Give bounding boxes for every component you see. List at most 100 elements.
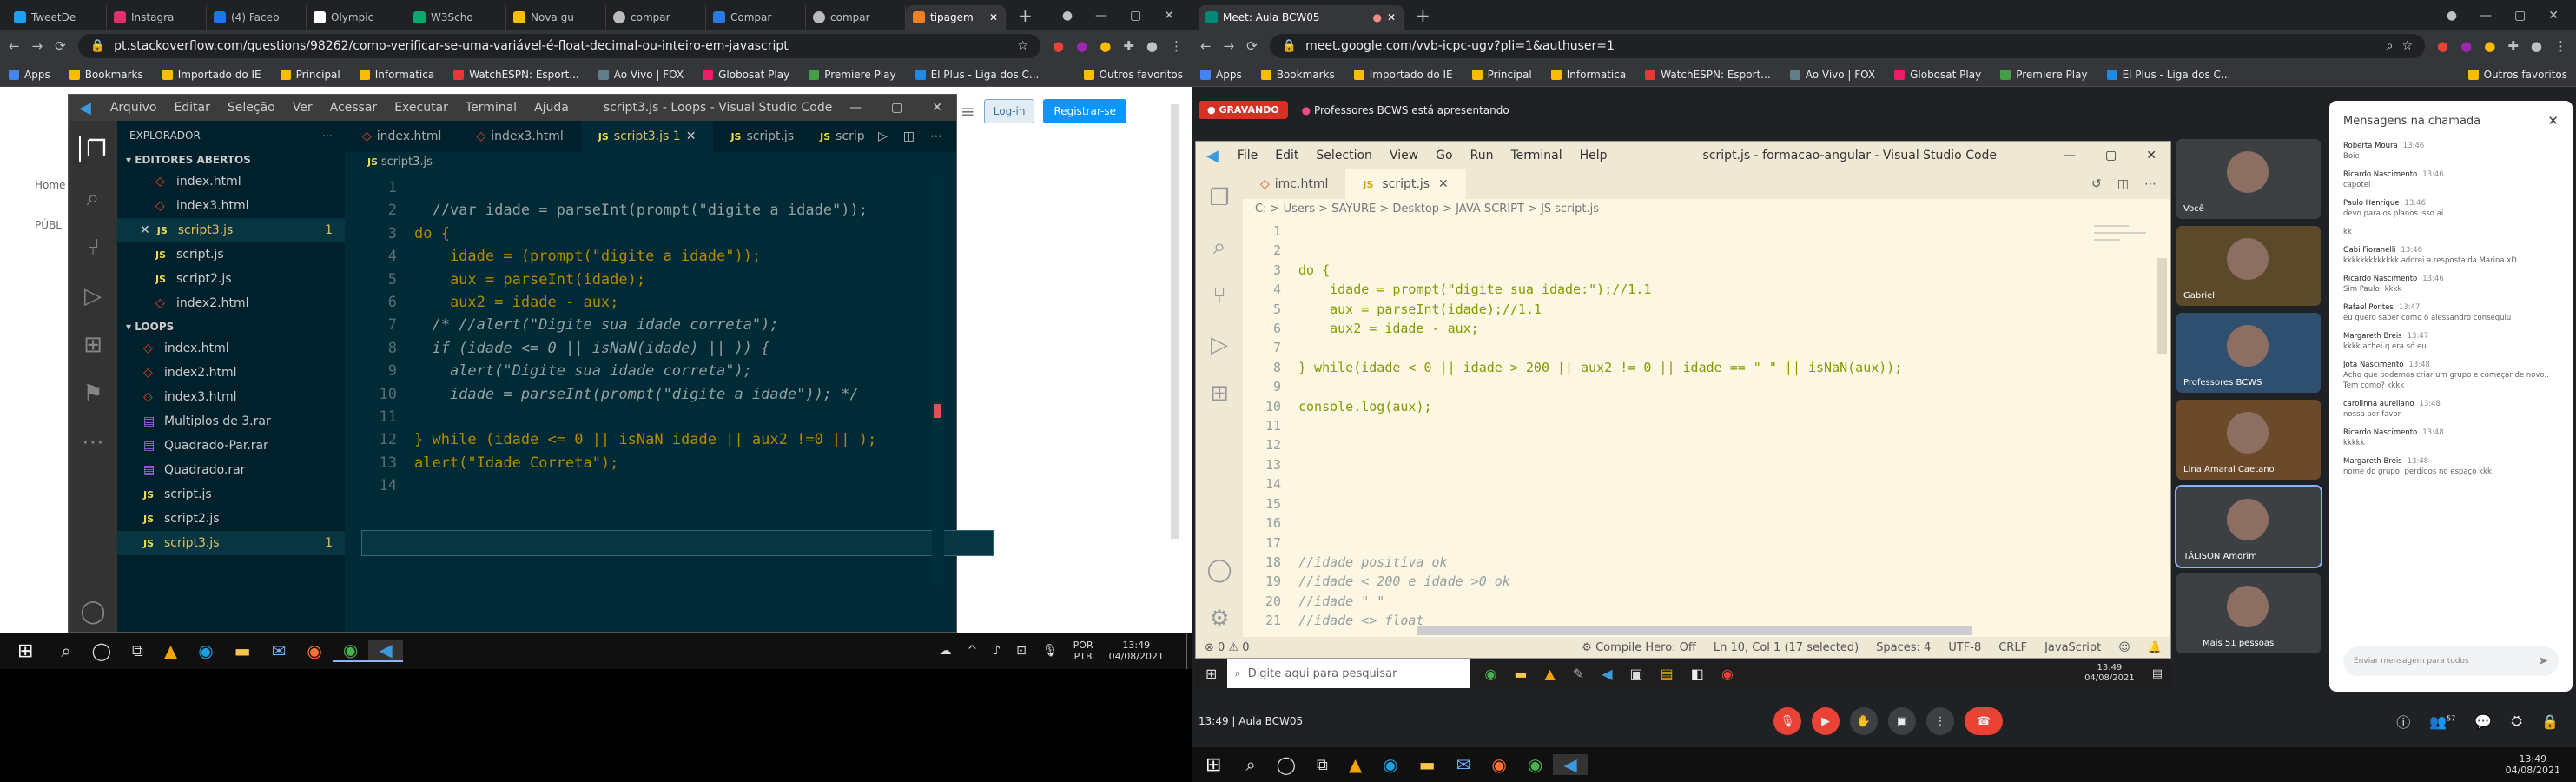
so-nav-home[interactable]: Home	[35, 165, 65, 205]
extension-icon[interactable]: ●	[2437, 38, 2448, 54]
bookmark-item[interactable]: Globosat Play	[703, 69, 789, 81]
split-editor-icon[interactable]: ◫	[2117, 177, 2129, 191]
reload-icon[interactable]: ⟳	[1246, 38, 1258, 54]
bookmark-item[interactable]: Ao Vivo | FOX	[598, 69, 684, 81]
menu-go[interactable]: Go	[1427, 149, 1461, 162]
edge-icon[interactable]: ◉	[1372, 754, 1408, 775]
explorer-icon[interactable]: ❐	[1209, 185, 1229, 211]
participant-tile[interactable]: Gabriel	[2176, 226, 2321, 306]
vscode-taskbar-icon[interactable]: ◀	[1602, 666, 1612, 682]
explorer-file[interactable]: ✕ JS script3.js 1	[117, 218, 345, 242]
close-icon[interactable]: ✕	[686, 129, 697, 143]
editor-tab[interactable]: JS scrip	[811, 121, 874, 152]
menu-edit[interactable]: Edit	[1266, 149, 1307, 162]
explorer-file[interactable]: ▤ Quadrado-Par.rar	[117, 434, 345, 458]
close-icon[interactable]: ✕	[1387, 11, 1396, 23]
browser-tab[interactable]: Instagra	[107, 5, 207, 30]
participant-tile[interactable]: Professores BCWS	[2176, 313, 2321, 393]
code-line[interactable]: 4 idade = prompt("digite sua idade:");//…	[1243, 280, 1902, 299]
minimize-icon[interactable]: —	[1095, 9, 1107, 23]
firefox-icon[interactable]: ◉	[296, 640, 332, 661]
language-mode[interactable]: JavaScript	[2044, 641, 2101, 654]
code-line[interactable]: 19//idade < 200 e idade >0 ok	[1243, 572, 1902, 591]
browser-tab[interactable]: Compar	[706, 5, 806, 30]
chat-icon[interactable]: 💬	[2474, 713, 2492, 730]
file-explorer-icon[interactable]: ▬	[1514, 666, 1527, 682]
chrome-icon[interactable]: ◉	[1517, 754, 1553, 775]
star-icon[interactable]: ☆	[2401, 39, 2413, 53]
search-icon[interactable]: ⌕	[1235, 754, 1265, 775]
back-icon[interactable]: ←	[1200, 38, 1212, 54]
browser-tab[interactable]: compar	[806, 5, 906, 30]
vscode-taskbar-icon[interactable]: ◀	[368, 640, 403, 662]
menu-executar[interactable]: Executar	[386, 101, 457, 115]
cursor-position[interactable]: Ln 10, Col 1 (17 selected)	[1714, 641, 1859, 654]
participant-tile[interactable]: Lina Amaral Caetano	[2176, 400, 2321, 480]
clock-time[interactable]: 13:49	[1109, 640, 1164, 651]
bookmark-item[interactable]: Informatica	[1550, 69, 1626, 81]
source-control-icon[interactable]: ⑂	[86, 235, 100, 261]
extension-icon[interactable]: ●	[1053, 38, 1064, 54]
browser-tab[interactable]: Olympic	[307, 5, 406, 30]
clock-time[interactable]: 13:49	[2506, 753, 2560, 765]
record-icon[interactable]: ●	[2447, 9, 2457, 23]
indentation-status[interactable]: Spaces: 4	[1876, 641, 1931, 654]
account-icon[interactable]: ◯	[80, 599, 105, 625]
lock-icon[interactable]: 🔒	[2541, 713, 2559, 730]
app-icon[interactable]: ▤	[1661, 666, 1674, 682]
volume-icon[interactable]: ♪	[993, 644, 1001, 658]
code-line[interactable]: 8 if (idade <= 0 || isNaN(idade) || )) {	[345, 337, 876, 360]
eol-status[interactable]: CRLF	[1998, 641, 2027, 654]
info-icon[interactable]: ⓘ	[2396, 711, 2410, 732]
more-icon[interactable]: ⋯	[2144, 177, 2157, 191]
terminal-icon[interactable]: ▣	[1630, 666, 1643, 682]
code-line[interactable]: 4 idade = (prompt("digite a idade"));	[345, 245, 876, 268]
code-line[interactable]: 6 aux2 = idade - aux;	[1243, 319, 1902, 338]
breadcrumb[interactable]: C: > Users > SAYURE > Desktop > JAVA SCR…	[1243, 199, 2170, 219]
bookmark-item[interactable]: Premiere Play	[809, 69, 896, 81]
task-view-icon[interactable]: ⧉	[1306, 756, 1338, 774]
settings-gear-icon[interactable]: ⚙	[1209, 606, 1229, 632]
explorer-file[interactable]: ◇ index.html	[117, 169, 345, 194]
new-tab-icon[interactable]: +	[1006, 5, 1045, 30]
windows-start-icon[interactable]: ⊞	[1195, 666, 1227, 682]
people-icon[interactable]: 👥57	[2429, 713, 2455, 730]
participant-tile[interactable]: Mais 51 pessoas	[2176, 573, 2321, 653]
menu-file[interactable]: File	[1229, 149, 1266, 162]
url-field[interactable]: 🔒 meet.google.com/vvb-icpc-ugv?pli=1&auth…	[1269, 34, 2426, 58]
url-field[interactable]: 🔒 pt.stackoverflow.com/questions/98262/co…	[77, 34, 1041, 58]
new-tab-icon[interactable]: +	[1404, 5, 1443, 30]
close-icon[interactable]: ✕	[989, 11, 998, 23]
present-screen-icon[interactable]: ▣	[1888, 707, 1916, 735]
bookmark-item[interactable]: El Plus - Liga dos C...	[915, 69, 1039, 81]
explorer-file[interactable]: JS script.js	[117, 242, 345, 267]
maximize-icon[interactable]: ▢	[1130, 9, 1141, 23]
menu-icon[interactable]: ⋮	[2554, 38, 2567, 54]
code-line[interactable]: 2 //var idade = parseInt(prompt("digite …	[345, 199, 876, 222]
code-editor[interactable]: 1 2 3 do {4 idade = prompt("digite sua idad…	[1243, 222, 1902, 631]
bookmark-item[interactable]: El Plus - Liga dos C...	[2106, 69, 2230, 81]
compile-hero-status[interactable]: ⚙ Compile Hero: Off	[1582, 641, 1696, 654]
bookmark-item[interactable]: Ao Vivo | FOX	[1789, 69, 1875, 81]
bookmark-item[interactable]: WatchESPN: Esport...	[453, 69, 579, 81]
code-line[interactable]: 1	[1243, 222, 1902, 241]
close-icon[interactable]: ✕	[140, 223, 150, 237]
browser-tab-active[interactable]: Meet: Aula BCW05 ● ✕	[1199, 5, 1404, 30]
forward-icon[interactable]: →	[32, 38, 43, 54]
close-icon[interactable]: ✕	[932, 101, 942, 115]
forward-icon[interactable]: →	[1224, 38, 1235, 54]
bookmark-item[interactable]: WatchESPN: Esport...	[1645, 69, 1771, 81]
search-icon[interactable]: ⌕	[1213, 234, 1226, 261]
vscode-taskbar-icon[interactable]: ◀	[1553, 754, 1588, 775]
more-icon[interactable]: ⋯	[322, 129, 333, 142]
firefox-icon[interactable]: ◉	[1481, 754, 1516, 775]
code-line[interactable]: 7	[1243, 338, 1902, 357]
explorer-file[interactable]: JS script3.js 1	[117, 531, 345, 555]
menu-icon[interactable]: ⋮	[1170, 38, 1183, 54]
bookmark-item[interactable]: Principal	[280, 69, 340, 81]
cortana-icon[interactable]: ◯	[82, 640, 122, 661]
menu-selecao[interactable]: Seleção	[219, 101, 284, 115]
code-line[interactable]: 17	[1243, 533, 1902, 553]
vlc-icon[interactable]: ▲	[154, 640, 188, 661]
menu-selection[interactable]: Selection	[1307, 149, 1381, 162]
